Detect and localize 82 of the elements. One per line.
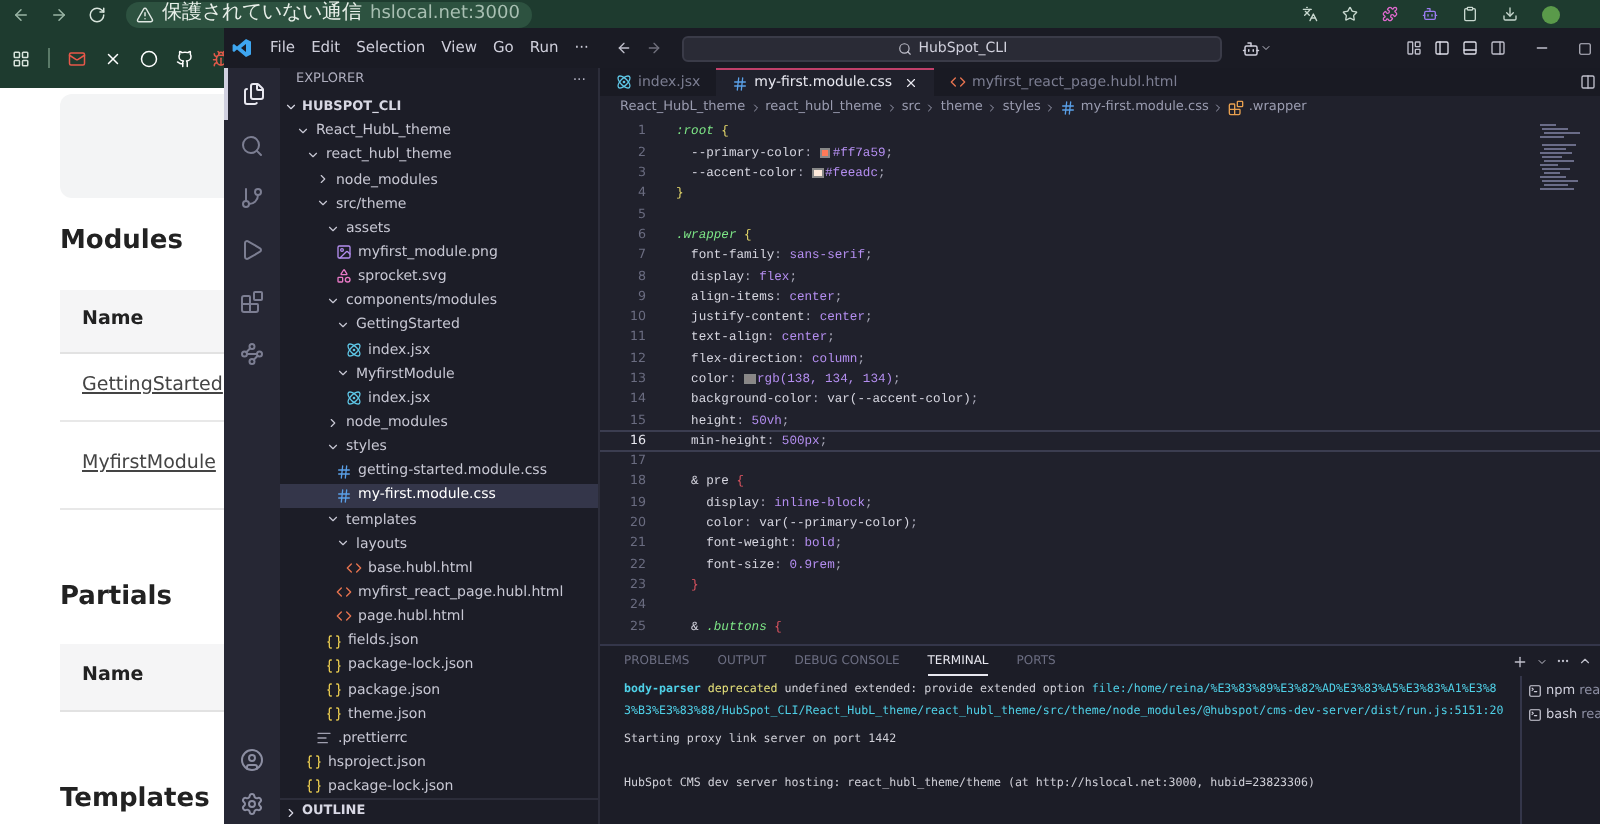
chevron-right-icon — [284, 805, 298, 820]
braces-file-icon — [306, 754, 322, 771]
chevron-right-icon — [885, 102, 898, 114]
chevron-right-icon — [986, 102, 999, 114]
search-icon[interactable] — [240, 134, 264, 158]
forward-icon[interactable] — [50, 5, 68, 23]
braces-file-icon — [326, 657, 342, 674]
module-link[interactable]: MyfirstModule — [82, 449, 216, 479]
chevron-right-icon — [749, 102, 762, 114]
address-bar[interactable]: 保護されていない通信 hslocal.net:3000 — [126, 1, 532, 27]
branch-icon[interactable] — [240, 186, 264, 210]
hash-file-icon — [1060, 100, 1077, 116]
puzzle-icon[interactable] — [1382, 6, 1398, 22]
module-link[interactable]: GettingStarted — [82, 371, 223, 401]
section-heading: Partials — [60, 579, 172, 615]
split-editor-icon[interactable] — [1580, 74, 1596, 90]
atom-file-icon — [346, 341, 362, 358]
atom-file-icon — [616, 74, 632, 90]
star-icon[interactable] — [1342, 6, 1358, 22]
forward-icon[interactable] — [646, 40, 663, 56]
chevron-down-icon[interactable] — [1536, 655, 1548, 667]
panel-toggle-icon[interactable] — [1462, 40, 1478, 56]
back-icon[interactable] — [12, 5, 30, 23]
table-header: Name — [60, 289, 224, 353]
files-icon[interactable] — [242, 82, 266, 106]
translate-icon[interactable] — [1302, 6, 1318, 22]
chevron-right-icon — [1044, 102, 1057, 114]
chevron-right-icon — [1212, 102, 1225, 114]
image-file-icon — [336, 244, 352, 261]
secondary-sidebar-icon[interactable] — [1490, 40, 1506, 56]
chevron-down-icon[interactable] — [1260, 42, 1273, 54]
avatar-icon[interactable] — [1542, 5, 1560, 23]
apps-grid-icon[interactable] — [12, 49, 30, 67]
chevron-right-icon — [924, 102, 937, 114]
play-icon[interactable] — [240, 238, 264, 262]
section-heading: Templates — [60, 782, 210, 818]
code-file-icon — [336, 584, 352, 601]
color-swatch[interactable] — [812, 167, 824, 179]
hash-file-icon — [732, 75, 749, 91]
copilot-icon[interactable] — [1242, 39, 1261, 57]
terminal-icon — [1528, 684, 1542, 699]
url-text: hslocal.net:3000 — [370, 5, 520, 23]
security-label: 保護されていない通信 — [162, 4, 362, 24]
more-icon[interactable] — [1556, 654, 1570, 668]
section-heading: Modules — [60, 224, 183, 260]
robot-icon[interactable] — [1422, 6, 1438, 22]
lines-file-icon — [316, 730, 332, 747]
download-icon[interactable] — [1502, 6, 1518, 22]
terminal-icon — [1528, 708, 1542, 723]
minimap-drawing — [1540, 124, 1580, 192]
table-header: Name — [60, 644, 224, 712]
app-logo-icon — [232, 38, 252, 58]
layout-icon[interactable] — [1406, 40, 1422, 56]
settings-icon[interactable] — [240, 792, 264, 816]
sidebar-toggle-icon[interactable] — [1434, 40, 1450, 56]
clipboard-icon[interactable] — [1462, 6, 1478, 22]
braces-file-icon — [326, 633, 342, 650]
chevron-up-icon[interactable] — [1578, 654, 1592, 668]
account-icon[interactable] — [240, 748, 264, 772]
braces-file-icon — [326, 681, 342, 698]
chevron-down-icon — [284, 100, 298, 115]
nodes-icon[interactable] — [240, 342, 264, 366]
shapes-file-icon — [336, 268, 352, 285]
color-swatch[interactable] — [744, 373, 756, 385]
hash-file-icon — [336, 487, 352, 504]
warning-icon — [136, 5, 154, 23]
braces-file-icon — [326, 705, 342, 722]
maximize-icon[interactable] — [1578, 41, 1592, 55]
selector-icon — [1228, 100, 1245, 116]
code-file-icon — [950, 74, 966, 90]
search-icon — [898, 41, 913, 55]
code-file-icon — [346, 560, 362, 577]
reload-icon[interactable] — [88, 5, 106, 23]
atom-file-icon — [346, 390, 362, 407]
braces-file-icon — [306, 778, 322, 795]
blocks-icon[interactable] — [240, 290, 264, 314]
hash-file-icon — [336, 463, 352, 480]
code-file-icon — [336, 608, 352, 625]
back-icon[interactable] — [616, 40, 633, 56]
close-icon[interactable] — [904, 76, 918, 90]
color-swatch[interactable] — [819, 147, 831, 159]
new-terminal-icon[interactable] — [1512, 653, 1528, 669]
